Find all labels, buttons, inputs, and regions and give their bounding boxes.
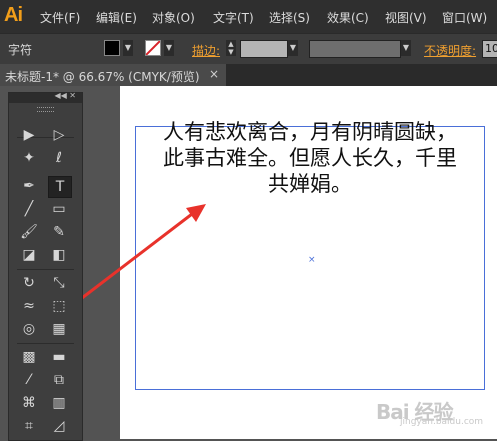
shape-builder-icon: ◎: [22, 321, 36, 337]
rotate-icon: ↻: [23, 275, 35, 291]
gradient-tool[interactable]: ▬: [48, 347, 70, 367]
rectangle-icon: ▭: [52, 201, 66, 217]
eraser-tool[interactable]: ◧: [48, 245, 70, 265]
scale-tool[interactable]: ⤡: [48, 273, 70, 293]
magic-wand-icon: ✦: [23, 150, 35, 166]
panel-grip[interactable]: [37, 107, 54, 112]
pencil-tool[interactable]: ✎: [48, 222, 70, 242]
type-icon: T: [55, 179, 65, 195]
collapse-icon[interactable]: ◀◀ ✕: [54, 91, 76, 100]
watermark-url: jingyan.baidu.com: [400, 417, 484, 427]
lasso-icon: ℓ: [56, 150, 62, 166]
direct-selection-tool[interactable]: ▷: [48, 125, 70, 145]
magic-wand-tool[interactable]: ✦: [18, 148, 40, 168]
pencil-icon: ✎: [53, 224, 65, 240]
paintbrush-icon: 🖌: [20, 224, 38, 240]
rotate-tool[interactable]: ↻: [18, 273, 40, 293]
width-icon: ≈: [23, 298, 35, 314]
width-tool[interactable]: ≈: [18, 296, 40, 316]
arrow-head-icon: [186, 204, 206, 222]
artboard-icon: ⌗: [25, 418, 33, 434]
symbol-sprayer-tool[interactable]: ⌘: [18, 393, 40, 413]
direct-selection-icon: ▷: [53, 127, 65, 143]
eraser-icon: ◧: [52, 247, 66, 263]
mesh-tool[interactable]: ▩: [18, 347, 40, 367]
column-graph-icon: ▥: [52, 395, 66, 411]
slice-icon: ◿: [53, 418, 65, 434]
shape-builder-tool[interactable]: ◎: [18, 319, 40, 339]
slice-tool[interactable]: ◿: [48, 416, 70, 436]
eyedropper-icon: ⁄: [27, 372, 31, 388]
pen-tool[interactable]: ✒: [18, 176, 40, 196]
tool-divider: [17, 343, 74, 344]
type-tool[interactable]: T: [48, 176, 72, 198]
free-transform-tool[interactable]: ⬚: [48, 296, 70, 316]
scale-icon: ⤡: [53, 275, 65, 291]
column-graph-tool[interactable]: ▥: [48, 393, 70, 413]
blob-brush-tool[interactable]: ◪: [18, 245, 40, 265]
rectangle-tool[interactable]: ▭: [48, 199, 70, 219]
tools-panel-header[interactable]: ◀◀ ✕: [9, 91, 82, 103]
selection-tool[interactable]: ▶: [18, 125, 40, 145]
lasso-tool[interactable]: ℓ: [48, 148, 70, 168]
pen-icon: ✒: [23, 178, 35, 194]
paintbrush-tool[interactable]: 🖌: [18, 222, 40, 242]
line-icon: ╱: [24, 201, 34, 217]
blend-tool[interactable]: ⧉: [48, 370, 70, 390]
arrow-shaft: [81, 212, 193, 300]
tools-panel: ◀◀ ✕ ▶ ▷ ✦ ℓ ✒ T ╱ ▭ 🖌 ✎ ◪ ◧ ↻ ⤡ ≈ ⬚ ◎ ▦ ▩ ▬ ⁄ ⧉ ⌘ ▥ ⌗ ◿: [8, 91, 83, 441]
eyedropper-tool[interactable]: ⁄: [18, 370, 40, 390]
tool-divider: [17, 269, 74, 270]
blend-icon: ⧉: [54, 372, 64, 388]
gradient-icon: ▬: [52, 349, 66, 365]
selection-icon: ▶: [23, 127, 35, 143]
line-tool[interactable]: ╱: [18, 199, 40, 219]
blob-brush-icon: ◪: [22, 247, 36, 263]
perspective-grid-tool[interactable]: ▦: [48, 319, 70, 339]
mesh-icon: ▩: [22, 349, 36, 365]
artboard-tool[interactable]: ⌗: [18, 416, 40, 436]
perspective-grid-icon: ▦: [52, 321, 66, 337]
free-transform-icon: ⬚: [52, 298, 66, 314]
symbol-sprayer-icon: ⌘: [22, 395, 36, 411]
